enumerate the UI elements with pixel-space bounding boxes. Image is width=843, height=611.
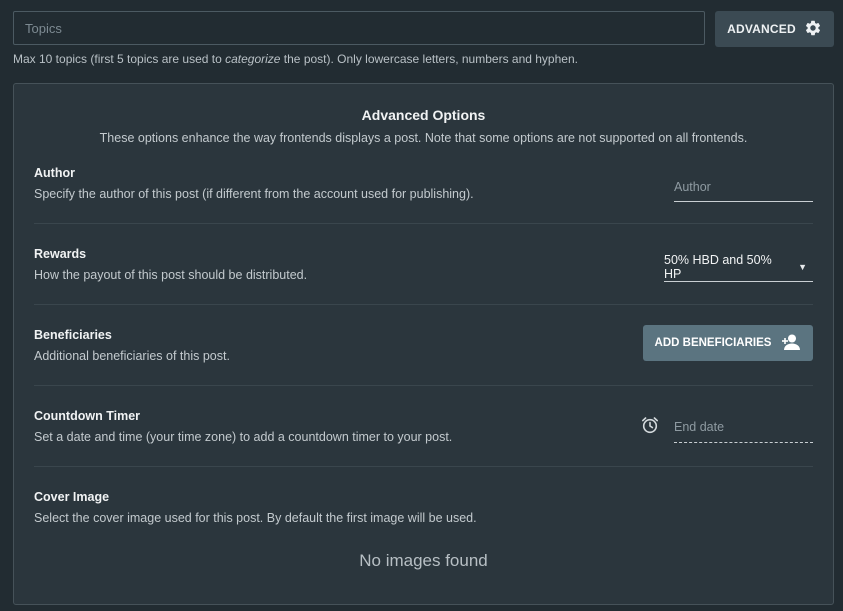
no-images-message: No images found [359,551,488,570]
advanced-button-label: ADVANCED [727,22,796,36]
alarm-clock-icon [641,416,659,434]
caret-down-icon: ▼ [798,261,807,272]
topics-hint-emphasis: categorize [225,52,281,66]
advanced-options-panel: Advanced Options These options enhance t… [13,83,834,605]
panel-title: Advanced Options [361,107,486,123]
end-date-input[interactable] [674,412,813,443]
gear-icon [804,19,822,40]
rewards-select[interactable]: 50% HBD and 50% HP ▼ [664,252,813,282]
topics-input[interactable] [13,11,705,45]
divider [34,466,813,467]
divider [34,385,813,386]
topics-hint-text-end: the post). Only lowercase letters, numbe… [280,52,578,66]
author-input[interactable] [674,172,813,202]
add-beneficiaries-button[interactable]: ADD BENEFICIARIES [643,325,813,361]
divider [34,304,813,305]
add-user-icon [781,333,801,354]
divider [34,223,813,224]
cover-image-description: Select the cover image used for this pos… [34,511,477,525]
add-beneficiaries-label: ADD BENEFICIARIES [654,337,772,349]
topics-hint: Max 10 topics (first 5 topics are used t… [13,52,578,66]
cover-image-section: Cover Image Select the cover image used … [34,490,813,525]
cover-image-title: Cover Image [34,490,110,504]
rewards-selected-value: 50% HBD and 50% HP [664,252,772,281]
advanced-button[interactable]: ADVANCED [715,11,834,47]
panel-subtitle: These options enhance the way frontends … [99,131,748,145]
topics-hint-text: Max 10 topics (first 5 topics are used t… [13,52,226,66]
